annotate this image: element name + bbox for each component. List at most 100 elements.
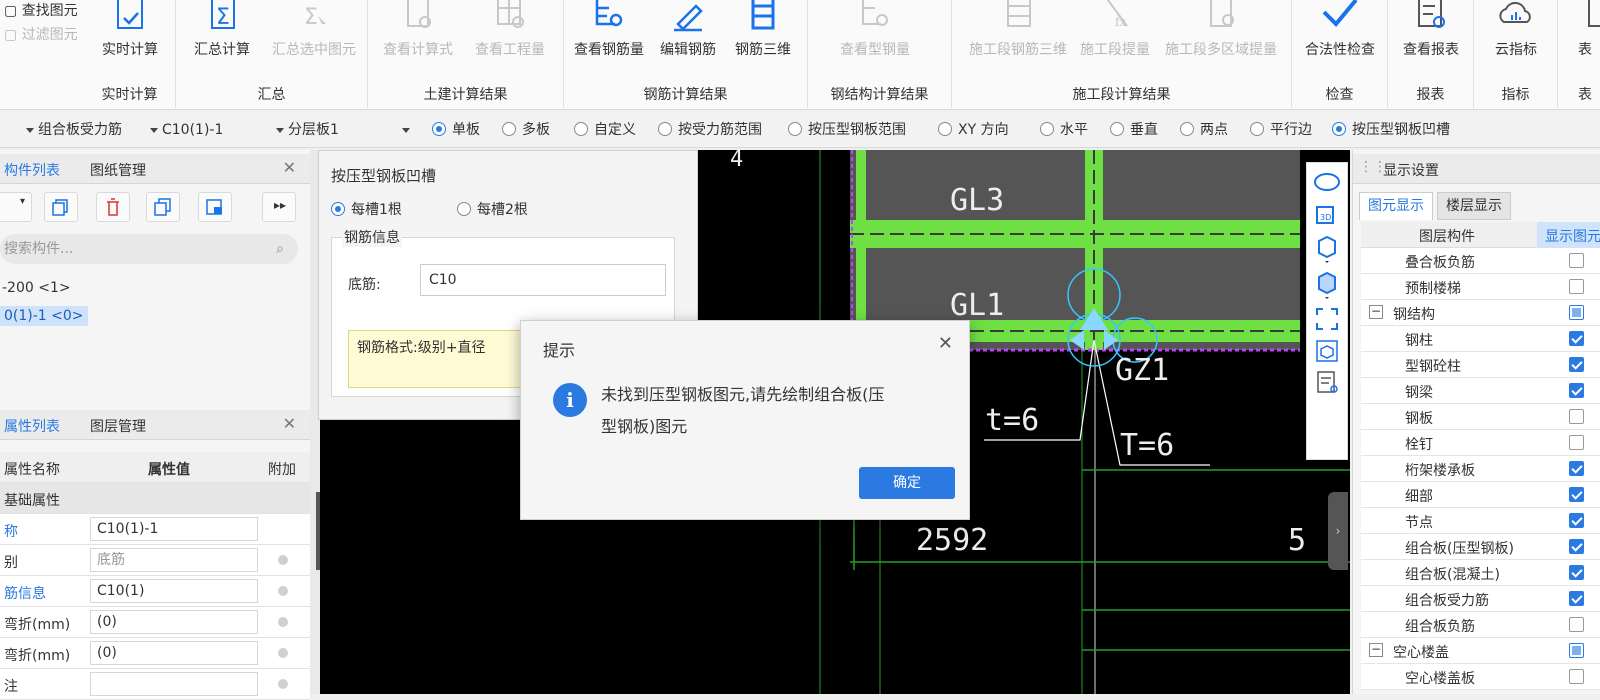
summary-selected-button[interactable]: Σ 汇总选中图元 <box>264 0 364 59</box>
rebar-info-field[interactable]: C10(1) <box>90 579 258 603</box>
layer-visibility-checkbox[interactable] <box>1569 513 1584 528</box>
radio-by-rebar-range[interactable]: 按受力筋范围 <box>658 120 762 140</box>
radio-two-points[interactable]: 两点 <box>1180 120 1228 140</box>
list-view-icon[interactable] <box>1313 369 1341 395</box>
layer-visibility-checkbox[interactable] <box>1569 305 1584 320</box>
attach-dot[interactable] <box>278 648 288 658</box>
layer-visibility-checkbox[interactable] <box>1569 279 1584 294</box>
report-icon <box>1418 0 1445 28</box>
summary-calc-button[interactable]: Σ 汇总计算 <box>184 0 260 59</box>
view-steel-qty-button[interactable]: 查看型钢量 <box>822 0 928 59</box>
more-button[interactable]: ▸▸ <box>262 192 296 222</box>
copy-button[interactable] <box>44 192 78 222</box>
ok-button[interactable]: 确定 <box>859 467 955 499</box>
edit-rebar-button[interactable]: 编辑钢筋 <box>652 0 724 59</box>
name-field[interactable]: C10(1)-1 <box>90 517 258 541</box>
layer-visibility-checkbox[interactable] <box>1569 435 1584 450</box>
orbit-icon[interactable] <box>1313 169 1341 195</box>
tab-floor-display[interactable]: 楼层显示 <box>1437 192 1511 220</box>
layer-visibility-checkbox[interactable] <box>1569 461 1584 476</box>
layer-dropdown-arrow[interactable] <box>402 120 412 140</box>
collapse-icon[interactable]: − <box>1369 305 1383 319</box>
tab-property-list[interactable]: 属性列表 <box>4 416 60 436</box>
attach-dot[interactable] <box>278 555 288 565</box>
attach-dot[interactable] <box>278 679 288 689</box>
remark-field[interactable] <box>90 672 258 696</box>
layer-visibility-checkbox[interactable] <box>1569 357 1584 372</box>
realtime-calc-button[interactable]: 实时计算 <box>94 0 166 59</box>
collapse-icon[interactable]: − <box>1369 643 1383 657</box>
find-element-button[interactable]: ▢ 查找图元 <box>4 0 78 24</box>
layer-visibility-checkbox[interactable] <box>1569 253 1584 268</box>
tree-item[interactable]: -200 <1> <box>2 280 71 296</box>
bottom-rebar-label: 底筋: <box>348 277 381 293</box>
layer-visibility-checkbox[interactable] <box>1569 409 1584 424</box>
tab-component-list[interactable]: 构件列表 <box>4 160 60 180</box>
radio-vertical[interactable]: 垂直 <box>1110 120 1158 140</box>
cloud-indicator-button[interactable]: 云指标 <box>1480 0 1552 59</box>
layer-visibility-checkbox[interactable] <box>1569 539 1584 554</box>
view-quantity-button[interactable]: 查看工程量 <box>466 0 554 59</box>
copy-to-floor-button[interactable] <box>146 192 180 222</box>
chevron-right-icon: › <box>1335 524 1341 538</box>
quantity-icon <box>497 0 524 28</box>
stage-multi-region-button[interactable]: 施工段多区域提量 <box>1156 0 1286 59</box>
layer-visibility-checkbox[interactable] <box>1569 487 1584 502</box>
layer-visibility-checkbox[interactable] <box>1569 591 1584 606</box>
fullscreen-icon[interactable] <box>1313 305 1341 331</box>
view-rebar-qty-button[interactable]: 查看钢筋量 <box>568 0 650 59</box>
cube-view-icon[interactable] <box>1313 233 1341 263</box>
tab-drawing-management[interactable]: 图纸管理 <box>90 160 146 180</box>
attach-dot[interactable] <box>278 586 288 596</box>
tree-item-selected[interactable]: 0(1)-1 <0> <box>0 306 88 326</box>
tab-layer-management[interactable]: 图层管理 <box>90 416 146 436</box>
layer-visibility-checkbox[interactable] <box>1569 331 1584 346</box>
label-gz1: GZ1 <box>1115 353 1169 388</box>
close-icon[interactable]: ✕ <box>938 333 953 354</box>
layer-visibility-checkbox[interactable] <box>1569 643 1584 658</box>
bottom-rebar-input[interactable]: C10 <box>420 264 666 296</box>
close-icon[interactable]: ✕ <box>283 414 296 433</box>
radio-parallel-edge[interactable]: 平行边 <box>1250 120 1312 140</box>
close-icon[interactable]: ✕ <box>283 158 296 177</box>
radio-by-deck-groove[interactable]: 按压型钢板凹槽 <box>1332 120 1450 140</box>
bend-left-field[interactable]: (0) <box>90 610 258 634</box>
collapse-right-handle[interactable]: › <box>1328 492 1348 570</box>
type-select[interactable]: 组合板受力筋 <box>26 120 122 140</box>
category-field[interactable]: 底筋 <box>90 548 258 572</box>
radio-two-per-groove[interactable]: 每槽2根 <box>457 199 528 219</box>
layer-select[interactable]: 分层板1 <box>276 120 339 140</box>
tab-element-display[interactable]: 图元显示 <box>1359 192 1433 220</box>
radio-horizontal[interactable]: 水平 <box>1040 120 1088 140</box>
rebar-3d-button[interactable]: 钢筋三维 <box>726 0 800 59</box>
stage-qty-button[interactable]: fx 施工段提量 <box>1074 0 1156 59</box>
search-input[interactable]: 搜索构件... ⌕ <box>0 234 298 264</box>
radio-single-board[interactable]: 单板 <box>432 120 480 140</box>
name-select[interactable]: C10(1)-1 <box>150 120 223 140</box>
new-component-button[interactable]: ▾ <box>0 192 32 222</box>
cube-solid-icon[interactable] <box>1313 269 1341 299</box>
bend-right-field[interactable]: (0) <box>90 641 258 665</box>
validity-check-button[interactable]: 合法性检查 <box>1296 0 1384 59</box>
view-report-button[interactable]: 查看报表 <box>1392 0 1470 59</box>
layer-visibility-checkbox[interactable] <box>1569 617 1584 632</box>
filter-element-button[interactable]: ▢ 过滤图元 <box>4 24 78 48</box>
extract-button[interactable] <box>198 192 232 222</box>
radio-custom[interactable]: 自定义 <box>574 120 636 140</box>
3d-view-icon[interactable]: 3D <box>1313 201 1341 227</box>
stage-rebar-3d-button[interactable]: 施工段钢筋三维 <box>964 0 1072 59</box>
table-row: 称 C10(1)-1 <box>0 514 310 545</box>
radio-multi-board[interactable]: 多板 <box>502 120 550 140</box>
delete-button[interactable] <box>96 192 130 222</box>
view-formula-button[interactable]: 查看计算式 <box>374 0 462 59</box>
box-view-icon[interactable] <box>1313 337 1341 363</box>
table-button[interactable]: 表 <box>1578 0 1600 59</box>
list-item: 钢板 <box>1361 404 1600 430</box>
attach-dot[interactable] <box>278 617 288 627</box>
radio-one-per-groove[interactable]: 每槽1根 <box>331 199 402 219</box>
layer-visibility-checkbox[interactable] <box>1569 565 1584 580</box>
layer-visibility-checkbox[interactable] <box>1569 669 1584 684</box>
radio-by-deck-range[interactable]: 按压型钢板范围 <box>788 120 906 140</box>
layer-visibility-checkbox[interactable] <box>1569 383 1584 398</box>
radio-xy-direction[interactable]: XY 方向 <box>938 120 1009 140</box>
